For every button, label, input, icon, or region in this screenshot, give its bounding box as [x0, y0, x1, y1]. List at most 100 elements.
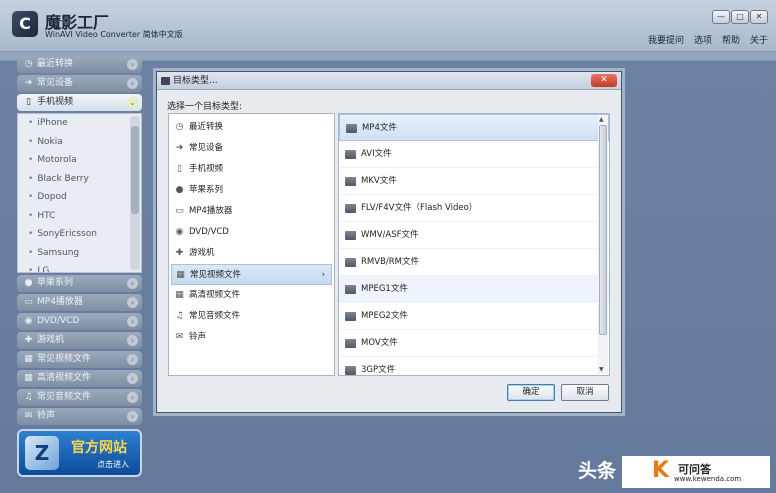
brand-logo-icon: Z [25, 436, 59, 470]
menu-options[interactable]: 选项 [694, 33, 712, 46]
recent-icon: ◷ [24, 59, 33, 69]
ok-button[interactable]: 确定 [507, 384, 555, 401]
close-window-button[interactable]: ✕ [750, 10, 768, 24]
scroll-up-icon[interactable]: ▲ [599, 116, 604, 123]
list-item[interactable]: iPhone [18, 114, 141, 133]
official-site-banner[interactable]: Z 官方网站 点击进入 [17, 429, 142, 477]
format-label: MOV文件 [361, 338, 398, 348]
chevron-right-icon: › [321, 270, 325, 280]
category-item-dvd[interactable]: ◉ DVD/VCD [169, 222, 334, 243]
category-label: 常见视频文件 [190, 270, 242, 280]
sidebar-item-audio-files[interactable]: ♫ 常见音频文件 › [17, 389, 142, 406]
menu-ask-question[interactable]: 我要提问 [648, 33, 684, 46]
format-item[interactable]: RMVB/RM文件 [339, 249, 609, 276]
category-item-ringtone[interactable]: ✉ 铃声 [169, 327, 334, 348]
format-item[interactable]: 3GP文件 [339, 357, 609, 375]
format-label: AVI文件 [361, 149, 392, 159]
category-item-apple[interactable]: ● 苹果系列 [169, 180, 334, 201]
category-item-hd-video-files[interactable]: ▦ 高清视频文件 [169, 285, 334, 306]
list-item[interactable]: Dopod [18, 188, 141, 207]
sidebar-item-label: 常见视频文件 [37, 354, 92, 364]
format-item[interactable]: MKV文件 [339, 168, 609, 195]
scroll-down-icon[interactable]: ▼ [599, 366, 604, 373]
format-label: MPEG1文件 [361, 284, 408, 294]
chevron-icon: › [127, 59, 138, 70]
format-item[interactable]: WMV/ASF文件 [339, 222, 609, 249]
list-item[interactable]: HTC [18, 207, 141, 226]
menu-help[interactable]: 帮助 [722, 33, 740, 46]
device-icon: ➜ [24, 78, 33, 88]
ringtone-icon: ✉ [24, 411, 33, 421]
sidebar-item-game-console[interactable]: ✚ 游戏机 › [17, 332, 142, 349]
device-list-scrollbar[interactable] [130, 116, 140, 270]
sidebar-item-apple[interactable]: ● 苹果系列 › [17, 275, 142, 292]
hd-film-icon: ▦ [175, 290, 184, 300]
dialog-title-bar: 目标类型... ✕ [157, 72, 621, 90]
sidebar-item-mp4-player[interactable]: ▭ MP4播放器 › [17, 294, 142, 311]
watermark-toutiao: 头条 [578, 460, 617, 482]
list-item[interactable]: Nokia [18, 133, 141, 152]
format-item[interactable]: AVI文件 [339, 141, 609, 168]
format-item[interactable]: FLV/F4V文件（Flash Video） [339, 195, 609, 222]
gamepad-icon: ✚ [175, 248, 184, 258]
category-item-phone-video[interactable]: ▯ 手机视频 [169, 159, 334, 180]
sidebar-item-phone-video[interactable]: ▯ 手机视频 ⌄ [17, 94, 142, 111]
format-label: MKV文件 [361, 176, 397, 186]
list-item[interactable]: SonyEricsson [18, 225, 141, 244]
window-controls: — □ ✕ [711, 10, 768, 24]
apple-icon: ● [24, 278, 33, 288]
scrollbar-thumb[interactable] [131, 126, 139, 214]
sidebar-item-video-files[interactable]: ▦ 常见视频文件 › [17, 351, 142, 368]
maximize-button[interactable]: □ [731, 10, 749, 24]
list-item[interactable]: Samsung [18, 244, 141, 263]
category-item-mp4-player[interactable]: ▭ MP4播放器 [169, 201, 334, 222]
format-item[interactable]: MPEG2文件 [339, 303, 609, 330]
format-label: FLV/F4V文件（Flash Video） [361, 203, 478, 213]
format-item[interactable]: MP4文件 [339, 114, 609, 141]
banner-title: 官方网站 [71, 440, 127, 456]
category-item-audio-files[interactable]: ♫ 常见音频文件 [169, 306, 334, 327]
sidebar-item-devices[interactable]: ➜ 常见设备 › [17, 75, 142, 92]
sidebar-item-recent[interactable]: ◷ 最近转换 › [17, 56, 142, 73]
category-item-video-files[interactable]: ▦ 常见视频文件 › [171, 264, 332, 285]
kewenda-logo-icon: K [652, 458, 670, 483]
sidebar-item-hd-video-files[interactable]: ▦ 高清视频文件 › [17, 370, 142, 387]
mp4-player-icon: ▭ [175, 206, 184, 216]
chevron-icon: › [127, 316, 138, 327]
film-icon [345, 366, 356, 375]
category-item-game-console[interactable]: ✚ 游戏机 [169, 243, 334, 264]
category-label: 手机视频 [189, 164, 224, 174]
category-item-devices[interactable]: ➜ 常见设备 [169, 138, 334, 159]
category-item-recent[interactable]: ◷ 最近转换 [169, 117, 334, 138]
film-icon [346, 124, 357, 133]
music-icon: ♫ [175, 311, 184, 321]
dvd-icon: ◉ [175, 227, 184, 237]
chevron-icon: › [127, 78, 138, 89]
hd-film-icon: ▦ [24, 373, 33, 383]
format-list-scrollbar[interactable]: ▲ ▼ [598, 115, 608, 374]
banner-subtitle: 点击进入 [97, 460, 129, 469]
music-icon: ♫ [24, 392, 33, 402]
category-label: 高清视频文件 [189, 290, 241, 300]
list-item[interactable]: Black Berry [18, 170, 141, 189]
app-subtitle: WinAVI Video Converter 简体中文版 [45, 30, 183, 39]
film-icon: ▦ [176, 270, 185, 280]
scrollbar-thumb[interactable] [599, 125, 607, 335]
cancel-button[interactable]: 取消 [561, 384, 609, 401]
format-item[interactable]: MPEG1文件 [339, 276, 609, 303]
chevron-icon: › [127, 278, 138, 289]
dialog-window-icon [161, 77, 170, 85]
list-item[interactable]: LG [18, 262, 141, 272]
sidebar-item-dvd[interactable]: ◉ DVD/VCD › [17, 313, 142, 330]
film-icon [345, 231, 356, 240]
title-bar: C 魔影工厂 WinAVI Video Converter 简体中文版 — □ … [0, 0, 776, 52]
dialog-close-button[interactable]: ✕ [591, 74, 617, 87]
list-item[interactable]: Motorola [18, 151, 141, 170]
format-item[interactable]: MOV文件 [339, 330, 609, 357]
menu-about[interactable]: 关于 [750, 33, 768, 46]
minimize-button[interactable]: — [712, 10, 730, 24]
sidebar-item-ringtone[interactable]: ✉ 铃声 › [17, 408, 142, 425]
phone-icon: ▯ [177, 164, 182, 174]
format-label: WMV/ASF文件 [361, 230, 419, 240]
film-icon [345, 177, 356, 186]
